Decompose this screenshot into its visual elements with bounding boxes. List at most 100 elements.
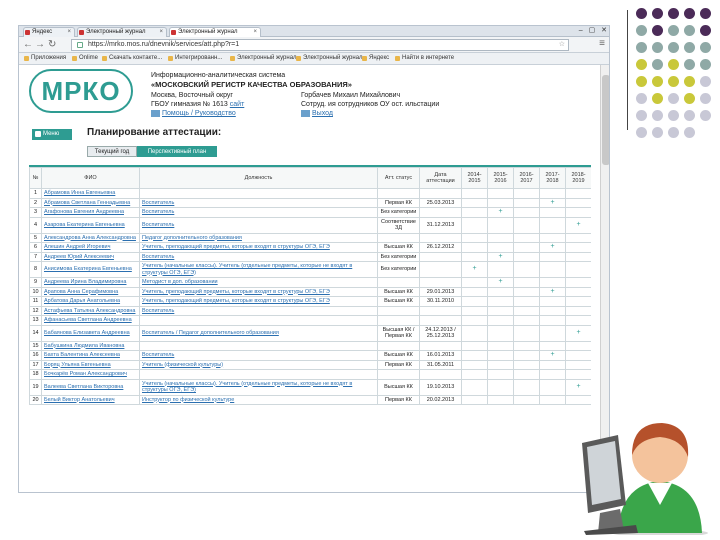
- position-link[interactable]: Воспитатель: [139, 350, 378, 361]
- position-link[interactable]: Воспитатель: [139, 197, 378, 208]
- plan-year-cell[interactable]: [513, 359, 540, 370]
- column-header[interactable]: Должность: [139, 167, 378, 189]
- plan-year-cell[interactable]: [565, 277, 591, 288]
- bookmark-item[interactable]: Электронный журнал: [295, 53, 363, 64]
- position-link[interactable]: Учитель, преподающий предметы, которые в…: [139, 296, 378, 307]
- position-link[interactable]: Воспитатель: [139, 251, 378, 262]
- browser-tab[interactable]: Яндекс ×: [23, 27, 75, 37]
- plan-year-cell[interactable]: [461, 242, 488, 253]
- plan-year-cell[interactable]: +: [565, 216, 591, 234]
- plan-year-cell[interactable]: [513, 188, 540, 199]
- employee-name-link[interactable]: Бабушкина Людмила Ивановна: [41, 340, 140, 351]
- plan-year-cell[interactable]: [487, 340, 514, 351]
- reload-icon[interactable]: ↻: [48, 38, 56, 51]
- plan-year-cell[interactable]: [461, 369, 488, 380]
- plan-year-cell[interactable]: [539, 277, 566, 288]
- plan-year-cell[interactable]: [487, 197, 514, 208]
- plan-year-cell[interactable]: [565, 188, 591, 199]
- bookmark-item[interactable]: Скачать контакте...: [101, 53, 162, 64]
- employee-name-link[interactable]: Анисимова Екатерина Евгеньевна: [41, 261, 140, 278]
- position-link[interactable]: Воспитатель / Педагог дополнительного об…: [139, 324, 378, 342]
- employee-name-link[interactable]: Астафьева Татьяна Александровна: [41, 305, 140, 316]
- employee-name-link[interactable]: Азарова Екатерина Евгеньевна: [41, 216, 140, 234]
- plan-year-cell[interactable]: [487, 232, 514, 243]
- plan-year-cell[interactable]: +: [565, 324, 591, 342]
- plan-year-cell[interactable]: [513, 378, 540, 396]
- plan-year-cell[interactable]: [461, 350, 488, 361]
- back-icon[interactable]: ←: [23, 38, 33, 51]
- plan-year-cell[interactable]: [461, 315, 488, 326]
- employee-name-link[interactable]: Боряц Ульяна Евгеньевна: [41, 359, 140, 370]
- plan-year-cell[interactable]: [461, 251, 488, 262]
- plan-year-cell[interactable]: [513, 305, 540, 316]
- menu-icon[interactable]: ≡: [599, 38, 605, 49]
- bookmark-item[interactable]: Найти в интернете: [394, 53, 454, 64]
- plan-year-cell[interactable]: [513, 340, 540, 351]
- plan-year-cell[interactable]: [565, 350, 591, 361]
- mrko-logo[interactable]: МРКО: [29, 69, 133, 113]
- plan-year-cell[interactable]: [539, 251, 566, 262]
- plan-year-cell[interactable]: [539, 394, 566, 405]
- plan-year-cell[interactable]: [461, 340, 488, 351]
- position-link[interactable]: Воспитатель: [139, 216, 378, 234]
- plan-year-cell[interactable]: [461, 359, 488, 370]
- menu-button[interactable]: Меню: [32, 129, 72, 140]
- column-header[interactable]: Атт. статус: [377, 167, 420, 189]
- column-header[interactable]: 2018-2019: [565, 167, 591, 189]
- plan-year-cell[interactable]: [461, 277, 488, 288]
- plan-year-cell[interactable]: [539, 359, 566, 370]
- employee-name-link[interactable]: Бахта Валентина Алексеевна: [41, 350, 140, 361]
- plan-year-cell[interactable]: +: [565, 378, 591, 396]
- plan-year-cell[interactable]: [513, 286, 540, 297]
- column-header[interactable]: Дата аттестации: [419, 167, 462, 189]
- position-link[interactable]: [139, 369, 378, 380]
- plan-year-cell[interactable]: [513, 242, 540, 253]
- position-link[interactable]: Учитель (начальные классы). Учитель (отд…: [139, 261, 378, 278]
- plan-year-cell[interactable]: [513, 324, 540, 342]
- plan-year-cell[interactable]: [565, 207, 591, 218]
- employee-name-link[interactable]: Андреев Юрий Алексеевич: [41, 251, 140, 262]
- plan-year-cell[interactable]: [487, 378, 514, 396]
- browser-tab-active[interactable]: Электронный журнал ×: [169, 27, 261, 37]
- plan-year-cell[interactable]: [539, 216, 566, 234]
- plan-year-cell[interactable]: [565, 197, 591, 208]
- column-header[interactable]: 2017-2018: [539, 167, 566, 189]
- plan-year-cell[interactable]: [565, 232, 591, 243]
- plan-year-cell[interactable]: [487, 394, 514, 405]
- plan-year-cell[interactable]: [539, 261, 566, 278]
- position-link[interactable]: [139, 340, 378, 351]
- plan-year-cell[interactable]: [539, 324, 566, 342]
- plan-year-cell[interactable]: [461, 197, 488, 208]
- plan-year-cell[interactable]: +: [539, 197, 566, 208]
- column-header[interactable]: 2014-2015: [461, 167, 488, 189]
- plan-year-cell[interactable]: [487, 359, 514, 370]
- plan-year-cell[interactable]: [513, 315, 540, 326]
- star-icon[interactable]: ☆: [559, 40, 565, 50]
- employee-name-link[interactable]: Арбатова Дарья Анатольевна: [41, 296, 140, 307]
- plan-year-cell[interactable]: [513, 232, 540, 243]
- plan-year-cell[interactable]: [513, 350, 540, 361]
- plan-year-cell[interactable]: [487, 350, 514, 361]
- plan-year-cell[interactable]: [487, 242, 514, 253]
- plan-year-cell[interactable]: [461, 296, 488, 307]
- plan-year-cell[interactable]: [513, 261, 540, 278]
- plan-year-cell[interactable]: [461, 232, 488, 243]
- plan-year-cell[interactable]: [461, 378, 488, 396]
- bookmark-item[interactable]: Электронный журнал: [229, 53, 297, 64]
- plan-year-cell[interactable]: [539, 232, 566, 243]
- plan-year-cell[interactable]: [539, 378, 566, 396]
- plan-year-cell[interactable]: [513, 394, 540, 405]
- position-link[interactable]: Учитель, преподающий предметы, которые в…: [139, 286, 378, 297]
- plan-year-cell[interactable]: [513, 277, 540, 288]
- plan-year-cell[interactable]: +: [539, 350, 566, 361]
- employee-name-link[interactable]: Абрамова Светлана Геннадьевна: [41, 197, 140, 208]
- plan-year-cell[interactable]: [487, 286, 514, 297]
- forward-icon[interactable]: →: [35, 38, 45, 51]
- plan-year-cell[interactable]: +: [461, 261, 488, 278]
- close-icon[interactable]: ×: [159, 28, 163, 37]
- plan-year-cell[interactable]: [539, 315, 566, 326]
- plan-year-cell[interactable]: +: [539, 242, 566, 253]
- plan-year-cell[interactable]: [513, 369, 540, 380]
- plan-year-cell[interactable]: [487, 188, 514, 199]
- plan-year-cell[interactable]: [513, 296, 540, 307]
